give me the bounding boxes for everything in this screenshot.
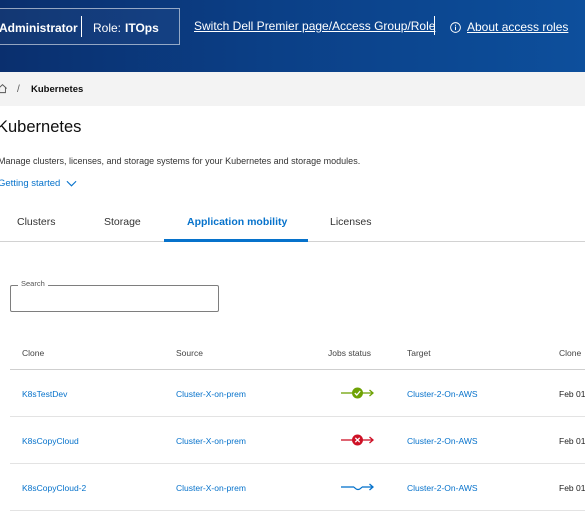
- search-input[interactable]: [10, 285, 219, 312]
- page-title: Kubernetes: [0, 118, 82, 136]
- active-tab-indicator: [164, 239, 308, 242]
- about-access-roles-label: About access roles: [467, 20, 569, 34]
- tab-licenses[interactable]: Licenses: [330, 216, 371, 228]
- chevron-down-icon: [66, 180, 77, 187]
- target-cluster-link[interactable]: Cluster-2-On-AWS: [407, 483, 478, 493]
- home-icon[interactable]: [0, 83, 8, 94]
- tab-bar: Clusters Storage Application mobility Li…: [0, 204, 585, 242]
- clone-table: Clone Source Jobs status Target Clone K8…: [10, 333, 585, 511]
- tab-application-mobility[interactable]: Application mobility: [187, 216, 287, 228]
- tab-storage[interactable]: Storage: [104, 216, 141, 228]
- role-label: Role:: [93, 21, 122, 35]
- source-cluster-link[interactable]: Cluster-X-on-prem: [176, 389, 246, 399]
- source-cluster-link[interactable]: Cluster-X-on-prem: [176, 436, 246, 446]
- breadcrumb-current: Kubernetes: [31, 84, 84, 95]
- clone-name-link[interactable]: K8sCopyCloud: [22, 436, 79, 446]
- search-label: Search: [18, 279, 48, 288]
- info-circle-icon: [450, 21, 461, 33]
- header-divider: [434, 16, 435, 35]
- account-divider: [81, 16, 82, 37]
- breadcrumb-separator: /: [17, 84, 20, 95]
- switch-premier-page-link[interactable]: Switch Dell Premier page/Access Group/Ro…: [194, 19, 435, 33]
- clone-name-link[interactable]: K8sTestDev: [22, 389, 67, 399]
- getting-started-label: Getting started: [0, 178, 61, 189]
- target-cluster-link[interactable]: Cluster-2-On-AWS: [407, 436, 478, 446]
- role-indicator: Role: ITOps: [93, 21, 159, 35]
- table-row: K8sCopyCloud Cluster-X-on-prem Cluster-2…: [10, 417, 585, 464]
- clone-date: Feb 01: [559, 483, 585, 493]
- job-failed-icon: [341, 434, 374, 446]
- account-name: Administrator: [0, 21, 78, 35]
- breadcrumb: / Kubernetes: [0, 72, 585, 106]
- getting-started-toggle[interactable]: Getting started: [0, 178, 77, 189]
- job-success-icon: [341, 387, 374, 399]
- table-header: Clone Source Jobs status Target Clone: [10, 333, 585, 370]
- column-header-clone-date[interactable]: Clone: [559, 348, 581, 358]
- column-header-target[interactable]: Target: [407, 348, 431, 358]
- account-selector[interactable]: Administrator Role: ITOps: [0, 8, 180, 45]
- clone-date: Feb 01: [559, 436, 585, 446]
- source-cluster-link[interactable]: Cluster-X-on-prem: [176, 483, 246, 493]
- column-header-jobs-status[interactable]: Jobs status: [328, 348, 371, 358]
- table-row: K8sCopyCloud-2 Cluster-X-on-prem Cluster…: [10, 464, 585, 511]
- column-header-source[interactable]: Source: [176, 348, 203, 358]
- clone-name-link[interactable]: K8sCopyCloud-2: [22, 483, 86, 493]
- job-in-progress-icon: [341, 483, 374, 491]
- about-access-roles-link[interactable]: About access roles: [450, 20, 568, 34]
- top-header: Administrator Role: ITOps Switch Dell Pre…: [0, 0, 585, 72]
- target-cluster-link[interactable]: Cluster-2-On-AWS: [407, 389, 478, 399]
- column-header-clone[interactable]: Clone: [22, 348, 44, 358]
- page-description: Manage clusters, licenses, and storage s…: [0, 156, 361, 166]
- tab-clusters[interactable]: Clusters: [17, 216, 56, 228]
- table-row: K8sTestDev Cluster-X-on-prem Cluster-2-O…: [10, 370, 585, 417]
- clone-date: Feb 01: [559, 389, 585, 399]
- role-value: ITOps: [125, 21, 159, 35]
